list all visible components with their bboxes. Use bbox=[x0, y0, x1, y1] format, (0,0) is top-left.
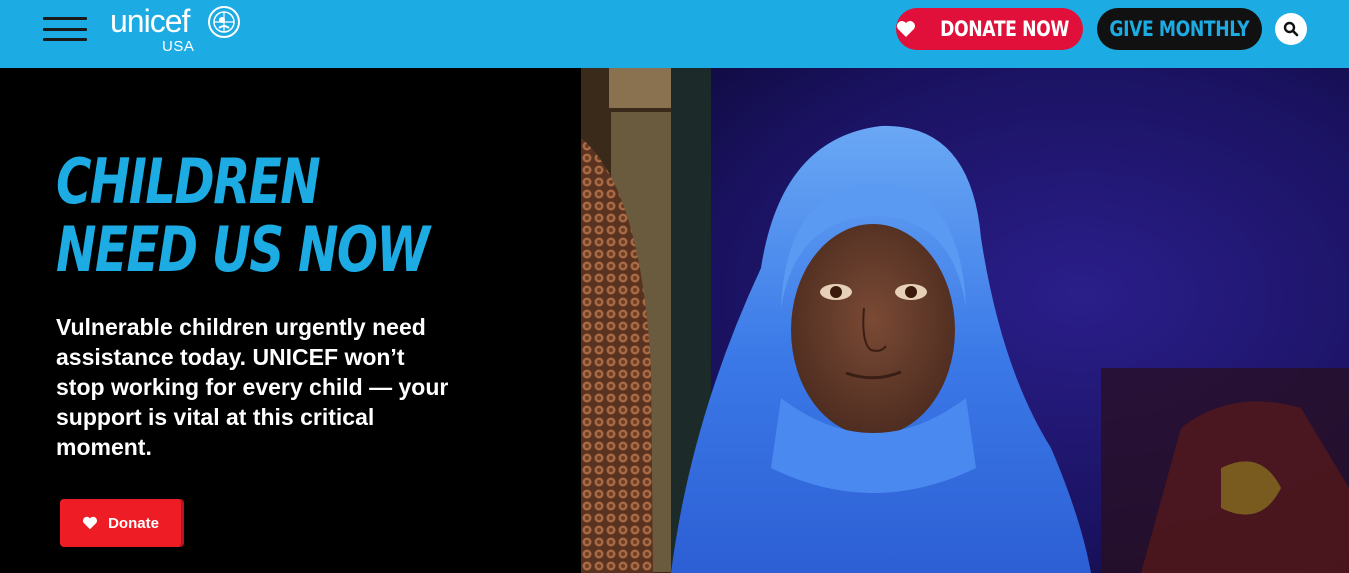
search-button[interactable] bbox=[1275, 13, 1307, 45]
hero-photo bbox=[581, 68, 1349, 573]
heart-icon bbox=[83, 516, 98, 530]
give-monthly-label: GIVE MONTHLY bbox=[1109, 17, 1250, 41]
heart-icon bbox=[896, 21, 915, 37]
unicef-usa-logo[interactable]: unicef USA bbox=[110, 2, 250, 58]
search-icon bbox=[1283, 21, 1299, 37]
logo-wordmark: unicef bbox=[110, 3, 190, 39]
hero-text-panel: CHILDREN NEED US NOW Vulnerable children… bbox=[0, 68, 581, 573]
unicef-emblem-icon bbox=[208, 6, 240, 38]
headline-line-1: CHILDREN bbox=[56, 145, 321, 218]
donate-now-label: DONATE NOW bbox=[940, 17, 1069, 41]
hero-body-text: Vulnerable children urgently need assist… bbox=[56, 314, 449, 460]
girl-in-blue-hijab-photo bbox=[581, 68, 1349, 573]
logo-country: USA bbox=[162, 38, 195, 55]
hamburger-menu-icon[interactable] bbox=[43, 17, 87, 41]
hero-headline: CHILDREN NEED US NOW bbox=[56, 145, 430, 286]
donate-now-button[interactable]: DONATE NOW bbox=[896, 8, 1083, 50]
donate-button-label: Donate bbox=[108, 514, 159, 532]
headline-line-2: NEED US NOW bbox=[56, 213, 430, 286]
donate-button[interactable]: Donate bbox=[60, 499, 181, 547]
give-monthly-button[interactable]: GIVE MONTHLY bbox=[1097, 8, 1262, 50]
site-header: unicef USA DONATE NOW GIVE MONTHLY bbox=[0, 0, 1349, 68]
